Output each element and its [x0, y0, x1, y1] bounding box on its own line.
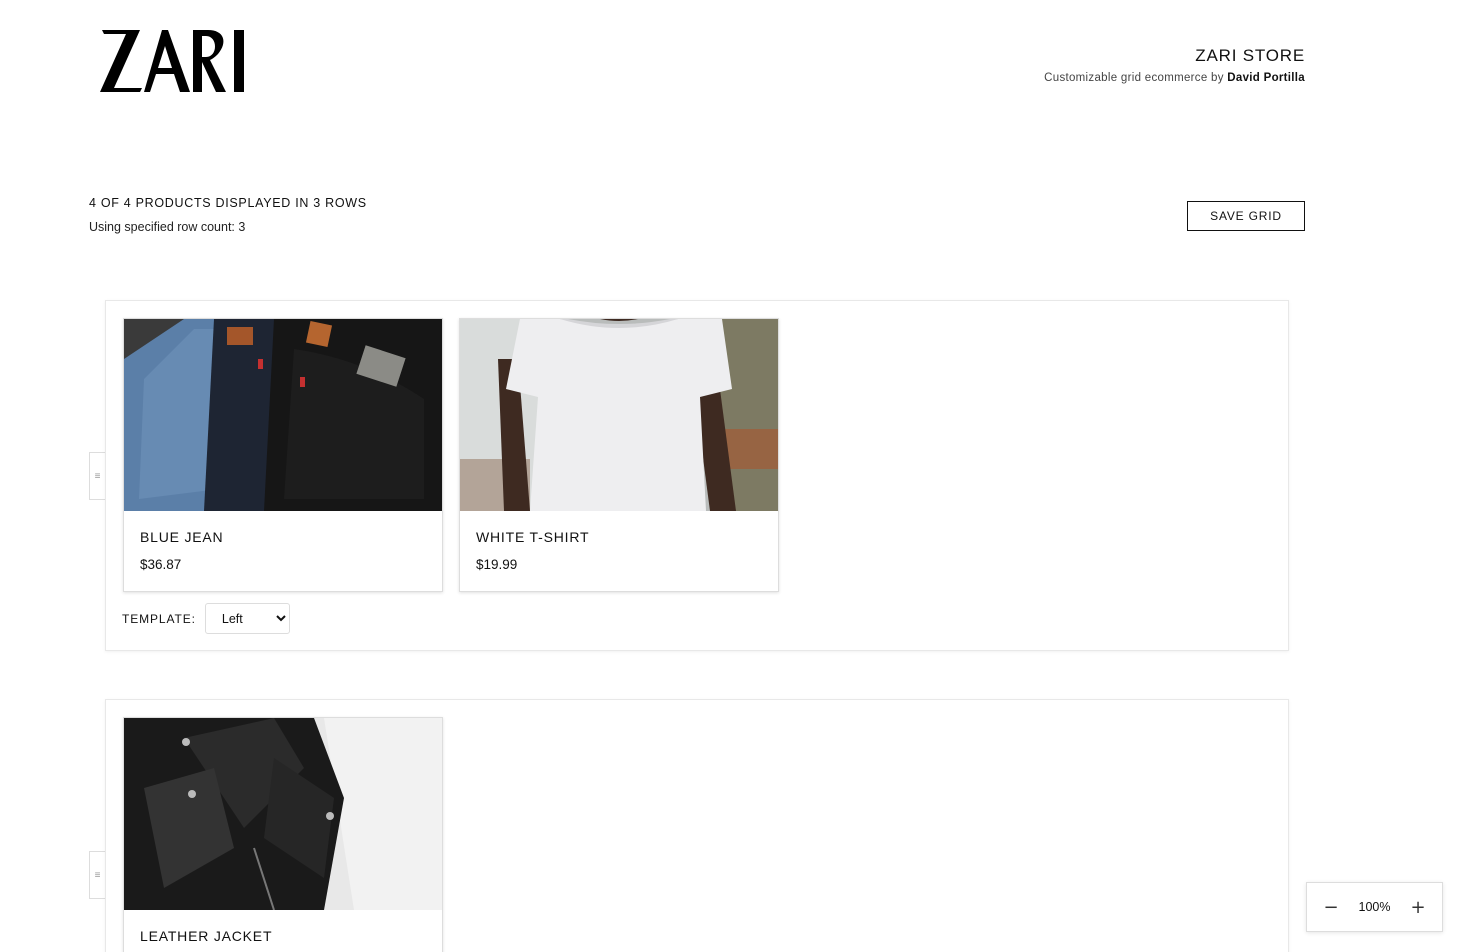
- zoom-control: − 100% +: [1306, 882, 1443, 932]
- drag-handle-icon: ≡: [94, 869, 101, 881]
- drag-handle-icon: ≡: [94, 470, 101, 482]
- store-brand: ZARI STORE Customizable grid ecommerce b…: [1044, 46, 1305, 84]
- template-label: TEMPLATE:: [122, 611, 196, 626]
- author-link[interactable]: David Portilla: [1227, 72, 1305, 84]
- grid-row-1: BLUE JEAN $36.87 WHITE T-SHIRT $19.99 TE…: [105, 300, 1289, 651]
- jacket-photo-icon: [124, 718, 442, 910]
- template-control: TEMPLATE: Left: [122, 603, 290, 634]
- row-2-drag-handle[interactable]: ≡: [89, 851, 105, 899]
- zari-logo[interactable]: [100, 26, 252, 96]
- product-name: WHITE T-SHIRT: [476, 529, 590, 545]
- plus-icon: +: [1410, 896, 1426, 918]
- row-count-text: Using specified row count: 3: [89, 220, 246, 234]
- tshirt-photo-icon: [460, 319, 778, 511]
- minus-icon: −: [1323, 896, 1339, 918]
- product-image-jacket: [124, 718, 442, 910]
- product-card-blue-jean[interactable]: BLUE JEAN $36.87: [123, 318, 443, 592]
- product-card-leather-jacket[interactable]: LEATHER JACKET: [123, 717, 443, 952]
- row-1-drag-handle[interactable]: ≡: [89, 452, 105, 500]
- product-name: BLUE JEAN: [140, 529, 224, 545]
- save-grid-button[interactable]: SAVE GRID: [1187, 201, 1305, 231]
- product-name: LEATHER JACKET: [140, 928, 273, 944]
- zoom-level: 100%: [1358, 900, 1391, 914]
- product-card-white-tshirt[interactable]: WHITE T-SHIRT $19.99: [459, 318, 779, 592]
- grid-summary: 4 OF 4 PRODUCTS DISPLAYED IN 3 ROWS Usin…: [89, 196, 367, 234]
- product-price: $36.87: [140, 557, 182, 572]
- product-image-tshirt: [460, 319, 778, 511]
- logo-wordmark-icon: [100, 30, 244, 92]
- store-title: ZARI STORE: [1195, 46, 1305, 65]
- products-count-text: 4 OF 4 PRODUCTS DISPLAYED IN 3 ROWS: [89, 196, 367, 210]
- product-image-jeans: [124, 319, 442, 511]
- template-select[interactable]: Left: [204, 603, 290, 634]
- subtitle-prefix: Customizable grid ecommerce by: [1044, 72, 1224, 84]
- jeans-photo-icon: [124, 319, 442, 511]
- store-subtitle: Customizable grid ecommerce by David Por…: [1044, 72, 1305, 84]
- product-price: $19.99: [476, 557, 518, 572]
- zoom-out-button[interactable]: −: [1321, 896, 1341, 918]
- zoom-in-button[interactable]: +: [1408, 896, 1428, 918]
- grid-row-2: LEATHER JACKET: [105, 699, 1289, 952]
